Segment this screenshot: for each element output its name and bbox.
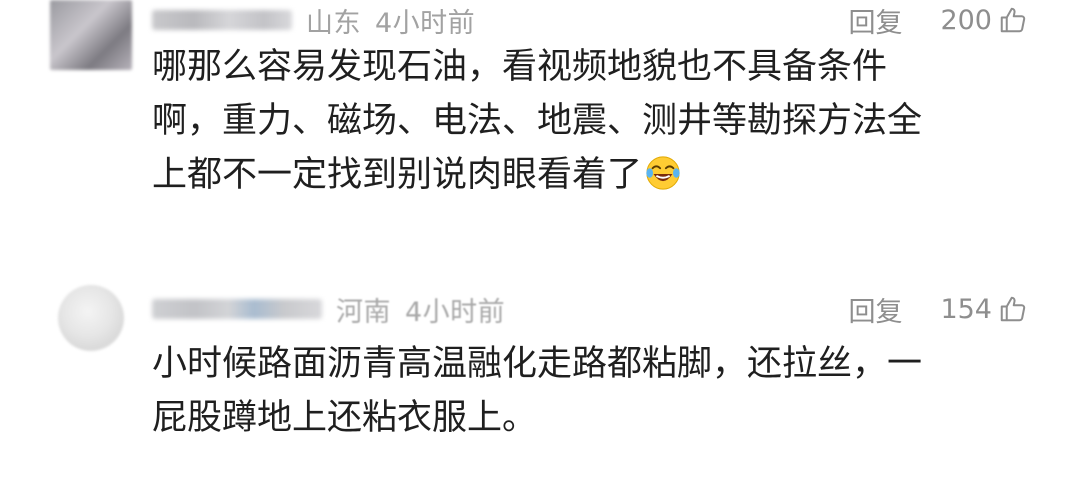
- timestamp: 4小时前: [375, 7, 476, 39]
- comment-meta: 山东 4小时前: [152, 0, 475, 42]
- location-label: 山东: [306, 7, 361, 39]
- thumbs-up-icon[interactable]: [998, 5, 1028, 35]
- username-blurred[interactable]: [152, 299, 322, 319]
- timestamp: 4小时前: [405, 296, 506, 328]
- comment-line: 小时候路面沥青高温融化走路都粘脚，还拉丝，一: [152, 344, 923, 384]
- reply-button[interactable]: 回复: [848, 1, 902, 40]
- comment-actions: 回复 154: [848, 287, 1028, 331]
- comment-meta: 河南 4小时前: [152, 287, 505, 331]
- comment-text: 哪那么容易发现石油，看视频地貌也不具备条件 啊，重力、磁场、电法、地震、测井等勘…: [152, 40, 1032, 202]
- reply-button[interactable]: 回复: [848, 290, 902, 329]
- comment-line: 哪那么容易发现石油，看视频地貌也不具备条件: [152, 47, 888, 87]
- username-blurred[interactable]: [152, 10, 292, 30]
- comment-actions: 回复 200: [848, 0, 1028, 42]
- comment-line: 啊，重力、磁场、电法、地震、测井等勘探方法全: [152, 101, 923, 141]
- avatar[interactable]: [58, 285, 124, 351]
- thumbs-up-icon[interactable]: [998, 294, 1028, 324]
- location-label: 河南: [336, 296, 391, 328]
- like-count: 200: [940, 4, 992, 36]
- avatar[interactable]: [50, 0, 132, 70]
- like-count: 154: [940, 293, 992, 325]
- comment-line-last: 上都不一定找到别说肉眼看着了: [152, 148, 1032, 202]
- comment-line: 屁股蹲地上还粘衣服上。: [152, 398, 538, 438]
- comment-line-text: 上都不一定找到别说肉眼看着了: [152, 155, 643, 195]
- comment-text: 小时候路面沥青高温融化走路都粘脚，还拉丝，一 屁股蹲地上还粘衣服上。: [152, 337, 1032, 445]
- laughing-tears-emoji-icon: [646, 156, 680, 190]
